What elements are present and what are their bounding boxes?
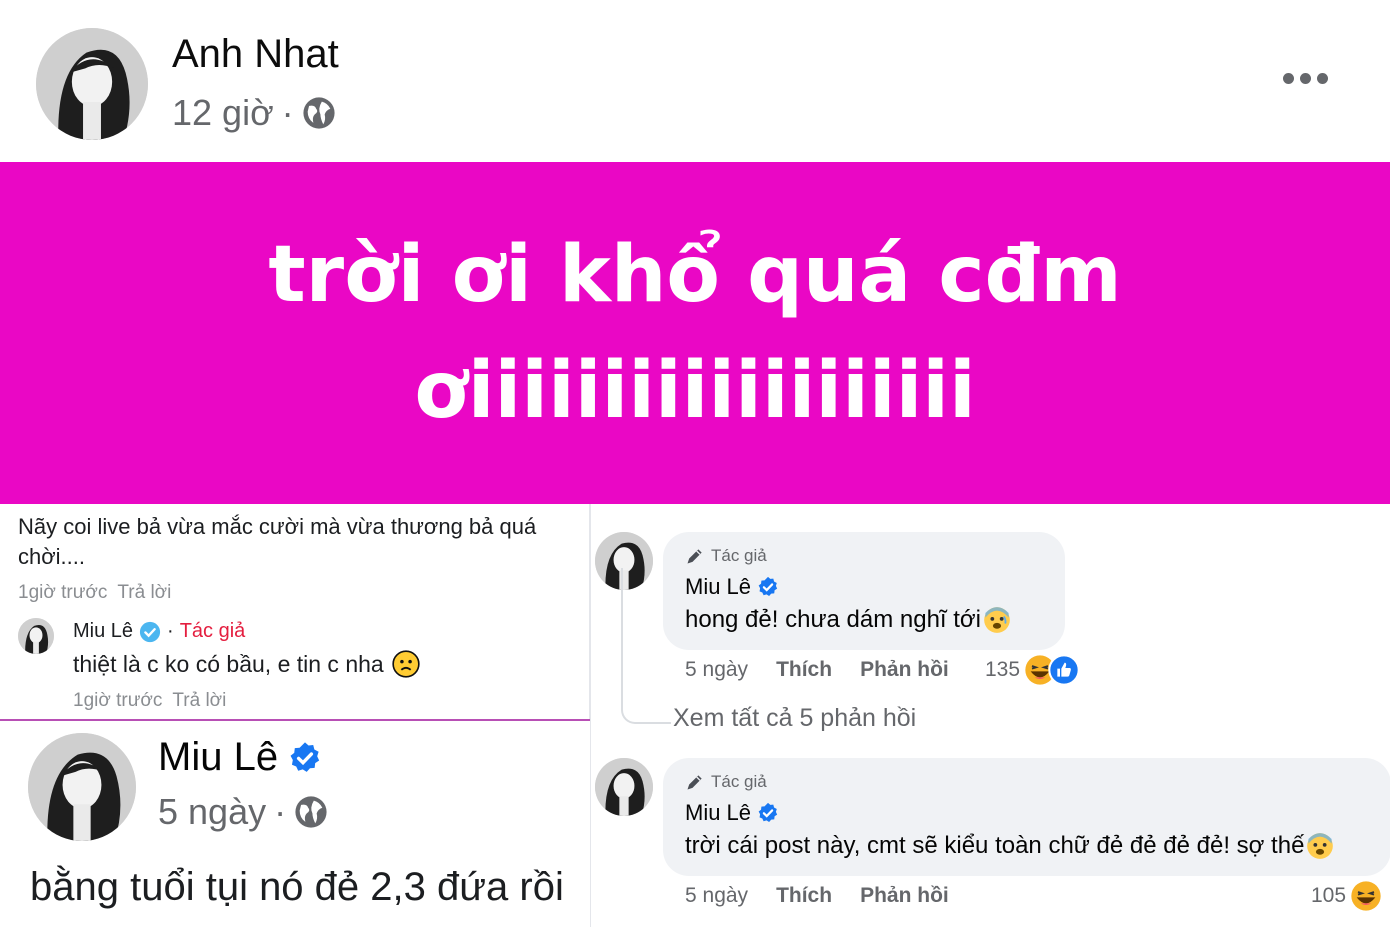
post-time[interactable]: 12 giờ: [172, 92, 274, 134]
comment-item: Tác giả Miu Lê trời cái post này, cmt sẽ…: [595, 758, 1390, 918]
pen-icon: [687, 549, 702, 564]
like-button[interactable]: Thích: [776, 658, 832, 682]
profile-photo: [595, 758, 653, 816]
screenshot-post: Miu Lê 5 ngày · bằng tuổi tụi nó đẻ 2,3 …: [0, 721, 590, 927]
reply-button[interactable]: Phản hồi: [860, 884, 949, 908]
thread-connector: [621, 568, 671, 724]
author-tag: Tác giả: [711, 772, 767, 791]
author-tag-line: Tác giả: [685, 544, 1043, 568]
verified-badge-icon: [290, 741, 320, 772]
comment-time[interactable]: 5 ngày: [685, 884, 748, 908]
profile-photo: [28, 733, 136, 841]
verified-badge-icon: [758, 576, 778, 596]
post-banner: trời ơi khổ quá cđm ơiiiiiiiiiiiiiiiiiii: [0, 162, 1390, 504]
comment-author-line: Miu Lê: [685, 574, 1043, 600]
pen-icon: [687, 775, 702, 790]
comment-meta: 1giờ trước Trả lời: [18, 582, 171, 604]
reply-button[interactable]: Phản hồi: [860, 658, 949, 682]
avatar[interactable]: [595, 758, 653, 816]
post-meta: 12 giờ ·: [172, 92, 336, 134]
author-tag: Tác giả: [711, 546, 767, 565]
post-text: bằng tuổi tụi nó đẻ 2,3 đứa rồi: [30, 865, 564, 909]
reaction-summary[interactable]: 135: [985, 654, 1080, 686]
comment-author-name[interactable]: Miu Lê: [685, 574, 751, 600]
comment-bubble: Tác giả Miu Lê trời cái post này, cmt sẽ…: [663, 758, 1390, 876]
reply-meta: 1giờ trước Trả lời: [73, 690, 226, 712]
post-header: Anh Nhat 12 giờ ·: [0, 0, 1390, 162]
avatar[interactable]: [36, 28, 148, 140]
like-reaction-icon: [1048, 654, 1080, 686]
comment-author-name[interactable]: Miu Lê: [685, 800, 751, 826]
comment-text: hong đẻ! chưa dám nghĩ tới: [685, 606, 981, 633]
more-options-icon[interactable]: [1280, 66, 1330, 90]
reply-text: thiệt là c ko có bầu, e tin c nha: [73, 650, 384, 677]
worried-face-emoji-icon: [392, 650, 420, 678]
comment-thread-left: Nãy coi live bả vừa mắc cười mà vừa thươ…: [0, 504, 590, 720]
post-time[interactable]: 5 ngày: [158, 791, 266, 833]
post-author-name[interactable]: Miu Lê: [158, 735, 278, 780]
reaction-summary[interactable]: 105: [1311, 880, 1382, 912]
author-tag-line: Tác giả: [685, 770, 1369, 794]
profile-photo: [36, 28, 148, 140]
globe-icon: [303, 97, 335, 129]
post-author-line: Miu Lê: [158, 735, 322, 780]
comment-time: 1giờ trước: [18, 582, 108, 603]
meta-separator: ·: [274, 791, 287, 832]
comment-author-line: Miu Lê: [685, 800, 1369, 826]
banner-text: trời ơi khổ quá cđm ơiiiiiiiiiiiiiiiiiii: [268, 230, 1122, 436]
reaction-count: 105: [1311, 884, 1347, 907]
see-all-replies-link[interactable]: Xem tất cả 5 phản hồi: [673, 704, 916, 733]
post-meta: 5 ngày ·: [158, 791, 328, 833]
reply-author-name[interactable]: Miu Lê: [73, 620, 133, 643]
comment-bubble: Tác giả Miu Lê hong đẻ! chưa dám nghĩ tớ…: [663, 532, 1065, 650]
reaction-count: 135: [985, 658, 1021, 681]
tag-separator: ·: [167, 620, 174, 642]
avatar[interactable]: [18, 618, 54, 654]
comment-actions: 5 ngày Thích Phản hồi: [685, 658, 949, 682]
reply-link[interactable]: Trả lời: [172, 690, 226, 712]
anxious-face-emoji-icon: [984, 607, 1010, 633]
like-button[interactable]: Thích: [776, 884, 832, 908]
comment-time[interactable]: 5 ngày: [685, 658, 748, 682]
reply-link[interactable]: Trả lời: [117, 582, 171, 604]
comment-text: Nãy coi live bả vừa mắc cười mà vừa thươ…: [18, 514, 537, 569]
profile-photo: [18, 618, 54, 654]
comment-actions: 5 ngày Thích Phản hồi: [685, 884, 949, 908]
author-tag: Tác giả: [179, 620, 246, 642]
comment-text-line: trời cái post này, cmt sẽ kiểu toàn chữ …: [685, 832, 1369, 860]
haha-reaction-icon: [1351, 881, 1381, 911]
anxious-face-emoji-icon: [1307, 833, 1334, 859]
reply-time: 1giờ trước: [73, 690, 163, 711]
globe-icon: [295, 796, 327, 828]
comment-text-line: hong đẻ! chưa dám nghĩ tới: [685, 606, 1043, 634]
reply-text-line: thiệt là c ko có bầu, e tin c nha: [73, 650, 420, 678]
comment-thread-right: Tác giả Miu Lê hong đẻ! chưa dám nghĩ tớ…: [590, 504, 1390, 927]
verified-badge-icon: [758, 802, 778, 822]
comment-reply: Miu Lê · Tác giả thiệt là c ko có bầu, e…: [18, 616, 578, 716]
avatar[interactable]: [28, 733, 136, 841]
meta-separator: ·: [281, 92, 294, 133]
comment-text: trời cái post này, cmt sẽ kiểu toàn chữ …: [685, 832, 1305, 859]
post-author-name[interactable]: Anh Nhat: [172, 32, 339, 77]
comment-item: Tác giả Miu Lê hong đẻ! chưa dám nghĩ tớ…: [595, 532, 1390, 692]
reply-author-line: Miu Lê · Tác giả: [73, 620, 245, 643]
verified-badge-icon: [139, 621, 161, 642]
